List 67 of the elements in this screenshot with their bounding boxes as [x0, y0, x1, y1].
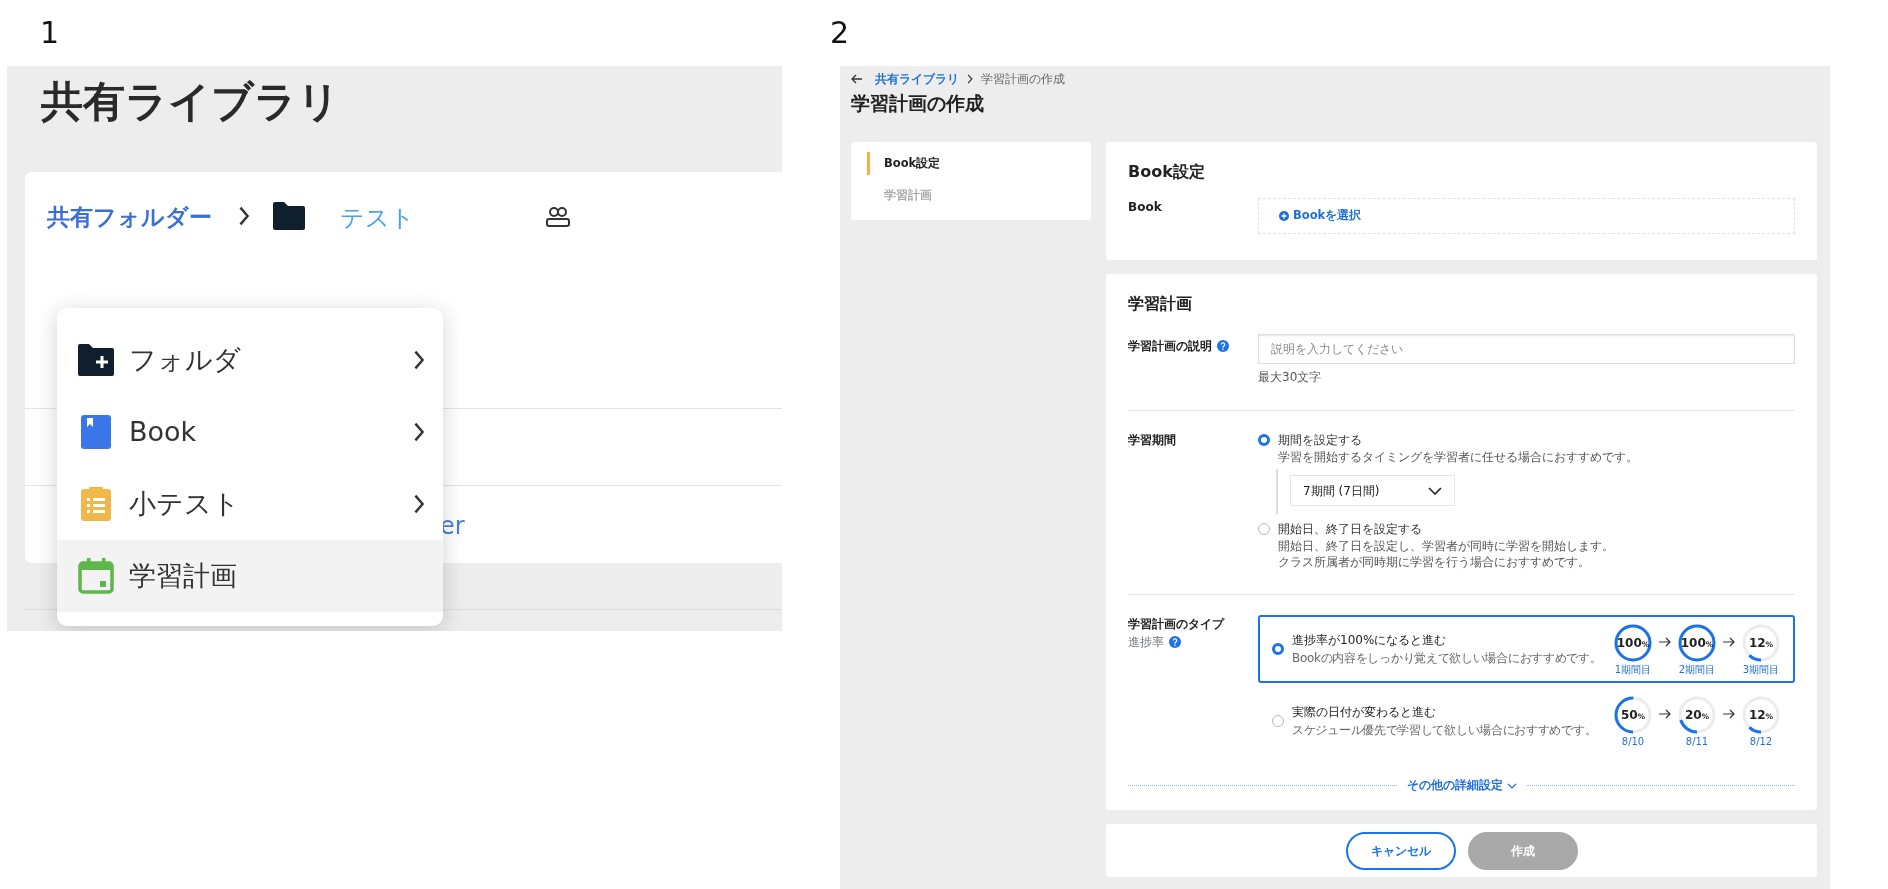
option-label: 進捗率が100%になると進む — [1292, 632, 1448, 649]
arrow-right-icon — [1659, 709, 1671, 719]
people-icon — [545, 206, 571, 228]
step-label: 8/11 — [1684, 736, 1710, 747]
plus-circle-icon — [1279, 211, 1289, 221]
select-book-link[interactable]: Bookを選択 — [1279, 207, 1362, 225]
field-label: Book — [1128, 200, 1162, 214]
option-description: Bookの内容をしっかり覚えて欲しい場合におすすめです。 — [1292, 650, 1603, 667]
option-description: スケジュール優先で学習して欲しい場合におすすめです。 — [1292, 722, 1598, 739]
percent-value: 100 — [1680, 636, 1706, 650]
step-label: 8/10 — [1620, 736, 1646, 747]
help-icon — [1217, 340, 1229, 352]
option-label: 期間を設定する — [1278, 432, 1362, 449]
step-label: 8/12 — [1748, 736, 1774, 747]
section-heading: 学習計画 — [1128, 294, 1192, 313]
step-label: 2期間目 — [1677, 664, 1717, 675]
chevron-right-icon — [967, 74, 973, 84]
nav-item[interactable]: Book設定 — [867, 152, 1091, 176]
radio-button[interactable] — [1258, 523, 1270, 535]
menu-item[interactable]: 小テスト — [57, 468, 443, 540]
calendar-icon — [77, 558, 115, 594]
arrow-right-icon — [1723, 637, 1735, 647]
field-label: 学習計画のタイプ — [1128, 616, 1226, 633]
folder-name: テスト — [340, 203, 415, 234]
percent-value: 12 — [1748, 636, 1766, 650]
chevron-down-icon — [1428, 486, 1442, 495]
field-hint: 最大30文字 — [1258, 369, 1323, 386]
percent-value: 20 — [1684, 708, 1702, 722]
field-label: 学習期間 — [1128, 433, 1176, 447]
option-description: 開始日、終了日を設定し、学習者が同時に学習を開始します。 — [1277, 538, 1615, 554]
chevron-right-icon — [238, 206, 250, 226]
panel-number: 1 — [39, 14, 61, 52]
more-settings-link[interactable]: その他の詳細設定 — [1406, 777, 1517, 795]
folder-plus-icon — [77, 343, 115, 377]
folder-icon — [272, 201, 306, 231]
menu-item[interactable]: フォルダ — [57, 324, 443, 396]
breadcrumb-current: 学習計画の作成 — [981, 72, 1065, 86]
percent-value: 100 — [1616, 636, 1642, 650]
period-dropdown[interactable]: 7期間 (7日間) — [1290, 475, 1455, 506]
breadcrumb-link[interactable]: 共有ライブラリ — [875, 72, 959, 86]
percent-value: 12 — [1748, 708, 1766, 722]
help-icon — [1169, 636, 1181, 648]
breadcrumb-link[interactable]: 共有フォルダー — [47, 200, 212, 235]
field-label: 学習計画の説明 — [1128, 338, 1212, 355]
page-title: 共有ライブラリ — [41, 77, 340, 126]
field-sublabel: 進捗率 — [1128, 634, 1164, 651]
section-heading: Book設定 — [1128, 162, 1205, 181]
menu-item[interactable]: Book — [57, 396, 443, 468]
radio-button[interactable] — [1258, 434, 1270, 446]
step-label: 3期間目 — [1741, 664, 1781, 675]
page-title: 学習計画の作成 — [851, 92, 984, 114]
option-description: クラス所属者が同時期に学習を行う場合におすすめです。 — [1277, 554, 1591, 570]
percent-value: 50 — [1620, 708, 1638, 722]
menu-item[interactable]: 学習計画 — [57, 540, 443, 612]
description-field[interactable]: 説明を入力してください — [1258, 334, 1795, 364]
option-label: 開始日、終了日を設定する — [1278, 521, 1422, 538]
panel-number: 2 — [830, 14, 851, 52]
back-arrow-icon — [851, 74, 863, 84]
chevron-down-icon — [1506, 782, 1517, 789]
step-label: 1期間目 — [1613, 664, 1653, 675]
arrow-right-icon — [1723, 709, 1735, 719]
radio-button[interactable] — [1272, 643, 1284, 655]
option-label: 実際の日付が変わると進む — [1292, 704, 1437, 721]
arrow-right-icon — [1659, 637, 1671, 647]
option-description: 学習を開始するタイミングを学習者に任せる場合におすすめです。 — [1277, 449, 1639, 465]
cancel-button[interactable]: キャンセル — [1345, 831, 1456, 870]
radio-button[interactable] — [1272, 715, 1284, 727]
